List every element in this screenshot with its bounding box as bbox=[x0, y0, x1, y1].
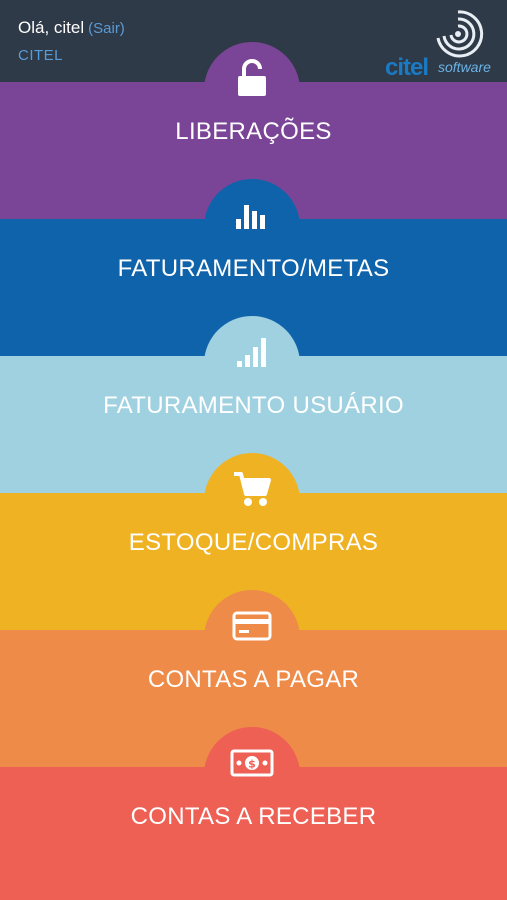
app-screen: Olá, citel (Sair) CITEL citel software L… bbox=[0, 0, 507, 900]
menu-label: FATURAMENTO/METAS bbox=[117, 255, 390, 282]
greeting-text: Olá, citel bbox=[18, 18, 85, 37]
credit-card-icon bbox=[228, 605, 276, 647]
user-greeting: Olá, citel (Sair) bbox=[18, 18, 125, 38]
menu-label: LIBERAÇÕES bbox=[175, 118, 332, 145]
money-bill-icon: $ bbox=[228, 742, 276, 784]
menu-label: CONTAS A RECEBER bbox=[130, 803, 377, 830]
unlock-icon bbox=[228, 57, 276, 99]
menu-label: ESTOQUE/COMPRAS bbox=[128, 529, 379, 556]
swirl-logo-icon bbox=[436, 10, 484, 58]
company-name: CITEL bbox=[18, 47, 64, 64]
logout-link[interactable]: (Sair) bbox=[88, 20, 125, 37]
shopping-cart-icon bbox=[228, 468, 276, 510]
menu-label: CONTAS A PAGAR bbox=[147, 666, 360, 693]
signal-bars-icon bbox=[228, 331, 276, 373]
bar-chart-icon bbox=[228, 194, 276, 236]
svg-text:$: $ bbox=[248, 758, 256, 771]
logo-subtitle: software bbox=[438, 59, 491, 75]
logo-wordmark: citel bbox=[385, 54, 429, 81]
citel-logo: citel software bbox=[380, 8, 491, 81]
menu-contas-receber[interactable]: $ CONTAS A RECEBER bbox=[0, 727, 507, 900]
menu-label: FATURAMENTO USUÁRIO bbox=[103, 392, 404, 419]
